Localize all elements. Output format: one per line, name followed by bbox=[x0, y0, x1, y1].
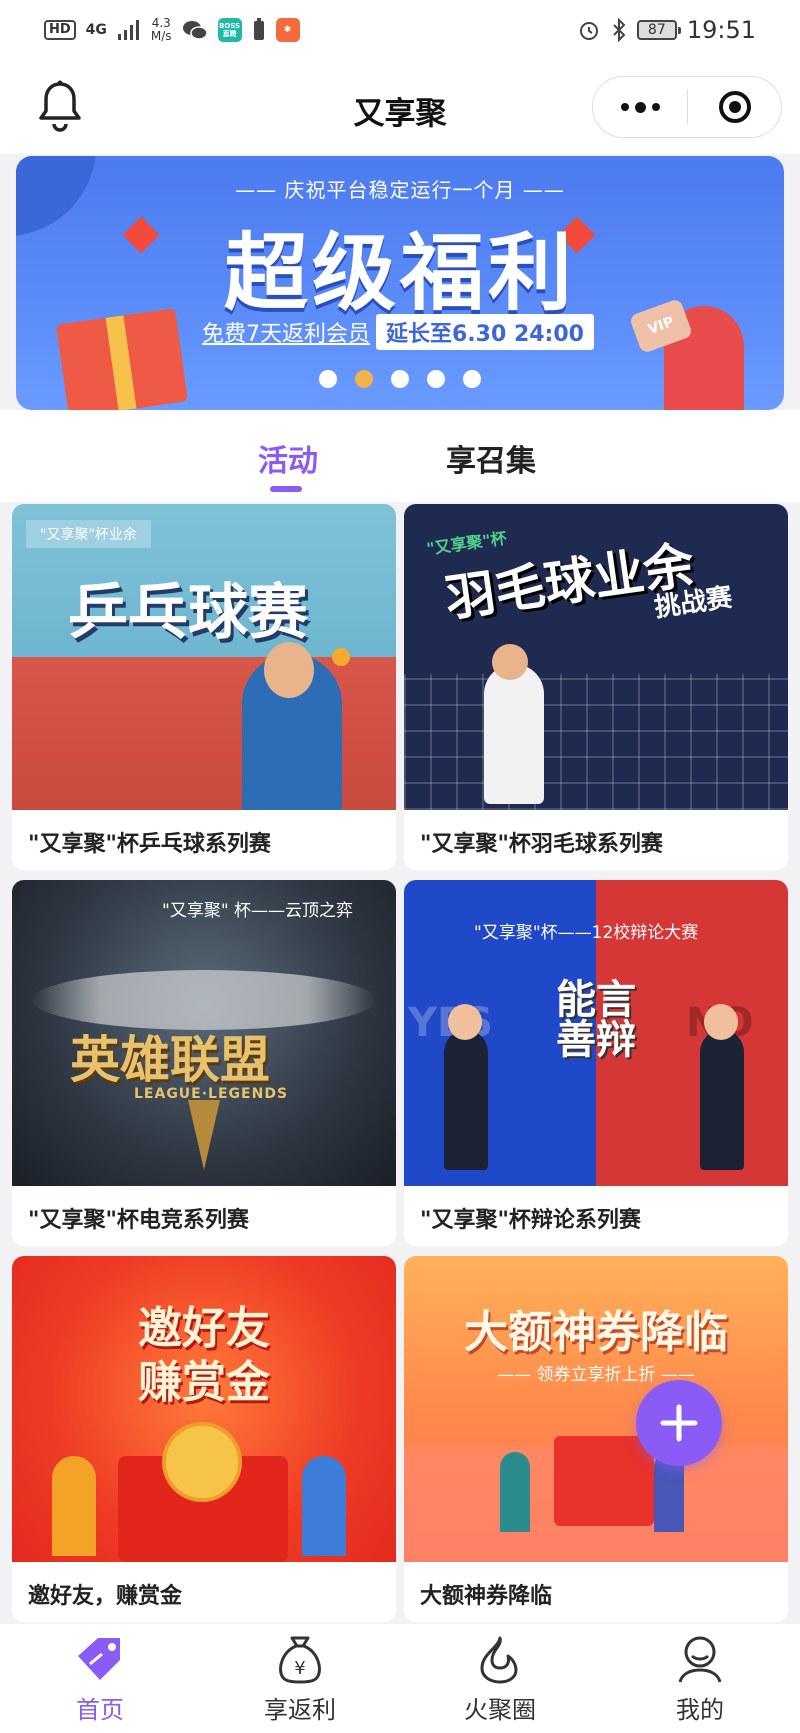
card-tag: "又享聚"杯——12校辩论大赛 bbox=[474, 923, 699, 943]
miniprogram-capsule bbox=[592, 76, 782, 138]
signal-icon bbox=[117, 20, 139, 40]
activity-card-coupon[interactable]: 大额神券降临 —— 领券立享折上折 —— 大额神券降临 bbox=[404, 1256, 788, 1622]
plus-icon bbox=[660, 1404, 698, 1442]
tabbar-item-profile[interactable]: 我的 bbox=[600, 1624, 800, 1733]
card-image: "又享聚"杯 羽毛球业余 挑战赛 bbox=[404, 504, 788, 810]
tabbar-item-rebate[interactable]: ¥ 享返利 bbox=[200, 1624, 400, 1733]
more-menu-button[interactable] bbox=[593, 101, 687, 113]
battery-saver-icon bbox=[253, 18, 264, 40]
card-image: "又享聚"杯业余 乒乓球赛 bbox=[12, 504, 396, 810]
carousel-indicator bbox=[16, 370, 784, 388]
banner-offer-text: 免费7天返利会员 bbox=[202, 322, 370, 347]
card-headline: 大额神券降临 bbox=[464, 1307, 728, 1358]
activity-card-esports[interactable]: "又享聚" 杯——云顶之弈 英雄联盟 LEAGUE·LEGENDS "又享聚"杯… bbox=[12, 880, 396, 1246]
carousel-dot[interactable] bbox=[355, 370, 373, 388]
money-bag-icon: ¥ bbox=[279, 1636, 321, 1684]
tabbar-label: 享返利 bbox=[264, 1696, 336, 1724]
card-title: "又享聚"杯辩论系列赛 bbox=[420, 1208, 641, 1233]
tab-underline bbox=[270, 486, 302, 492]
card-subheadline: 赚赏金 bbox=[138, 1357, 270, 1408]
banner-title: 超级福利 bbox=[223, 223, 576, 322]
clock: 19:51 bbox=[686, 16, 756, 44]
card-title: "又享聚"杯羽毛球系列赛 bbox=[420, 832, 663, 857]
network-speed: 4.3 M/s bbox=[150, 16, 172, 43]
promo-banner[interactable]: VIP —— 庆祝平台稳定运行一个月 —— 超级福利 免费7天返利会员 延长至6… bbox=[16, 156, 784, 410]
activity-card-badminton[interactable]: "又享聚"杯 羽毛球业余 挑战赛 "又享聚"杯羽毛球系列赛 bbox=[404, 504, 788, 870]
card-subheadline: —— 领券立享折上折 —— bbox=[497, 1365, 695, 1385]
banner-subtitle: —— 庆祝平台稳定运行一个月 —— bbox=[235, 178, 565, 202]
card-image: 邀好友 赚赏金 bbox=[12, 1256, 396, 1562]
carousel-dot[interactable] bbox=[319, 370, 337, 388]
card-subheadline: LEAGUE·LEGENDS bbox=[134, 1086, 289, 1102]
tabbar-item-circle[interactable]: 火聚圈 bbox=[400, 1624, 600, 1733]
card-title: 邀好友，赚赏金 bbox=[28, 1584, 183, 1609]
network-type: 4G bbox=[85, 22, 107, 38]
navigation-header: 又享聚 bbox=[0, 60, 800, 154]
app-notification-icon: ✱ bbox=[275, 18, 300, 42]
status-bar: HD 4G 4.3 M/s BOSS 直聘 ✱ 87 19:51 bbox=[0, 0, 800, 60]
svg-text:¥: ¥ bbox=[294, 1658, 305, 1679]
battery-icon: 87 bbox=[636, 20, 681, 40]
carousel-dot[interactable] bbox=[427, 370, 445, 388]
target-icon bbox=[718, 91, 751, 123]
card-tag: "又享聚" 杯——云顶之弈 bbox=[162, 901, 354, 921]
tabbar-label: 我的 bbox=[676, 1696, 724, 1724]
card-image: 大额神券降临 —— 领券立享折上折 —— bbox=[404, 1256, 788, 1562]
carousel-dot[interactable] bbox=[391, 370, 409, 388]
hd-indicator: HD bbox=[44, 20, 76, 40]
tabbar-item-home[interactable]: 首页 bbox=[0, 1624, 200, 1733]
card-headline: 乒乓球赛 bbox=[68, 578, 308, 648]
flame-icon bbox=[480, 1636, 518, 1684]
card-title: "又享聚"杯电竞系列赛 bbox=[28, 1208, 249, 1233]
card-tag: "又享聚"杯业余 bbox=[26, 520, 151, 548]
card-title: "又享聚"杯乒乓球系列赛 bbox=[28, 832, 271, 857]
card-headline: 能言善辩 bbox=[556, 977, 636, 1063]
tabbar-label: 火聚圈 bbox=[464, 1696, 536, 1724]
add-button[interactable] bbox=[636, 1380, 722, 1466]
card-headline: 英雄联盟 bbox=[70, 1030, 270, 1089]
tab-activities[interactable]: 活动 bbox=[258, 436, 318, 480]
boss-app-icon: BOSS 直聘 bbox=[217, 18, 242, 42]
banner-deadline: 延长至6.30 24:00 bbox=[376, 314, 594, 350]
card-title: 大额神券降临 bbox=[420, 1584, 553, 1609]
activity-card-pingpong[interactable]: "又享聚"杯业余 乒乓球赛 "又享聚"杯乒乓球系列赛 bbox=[12, 504, 396, 870]
user-icon bbox=[678, 1636, 722, 1683]
card-image: "又享聚" 杯——云顶之弈 英雄联盟 LEAGUE·LEGENDS bbox=[12, 880, 396, 1186]
tabbar-label: 首页 bbox=[76, 1696, 124, 1724]
wechat-icon bbox=[182, 21, 208, 40]
banner-offer: 免费7天返利会员 延长至6.30 24:00 bbox=[202, 314, 594, 350]
card-image: "又享聚"杯——12校辩论大赛 YES NO 能言善辩 bbox=[404, 880, 788, 1186]
carousel-dot[interactable] bbox=[463, 370, 481, 388]
activity-card-debate[interactable]: "又享聚"杯——12校辩论大赛 YES NO 能言善辩 "又享聚"杯辩论系列赛 bbox=[404, 880, 788, 1246]
tag-icon bbox=[78, 1638, 120, 1680]
activity-card-invite[interactable]: 邀好友 赚赏金 邀好友，赚赏金 bbox=[12, 1256, 396, 1622]
bluetooth-icon bbox=[613, 18, 626, 42]
content-tabs: 活动 享召集 bbox=[0, 410, 800, 502]
close-miniprogram-button[interactable] bbox=[688, 89, 781, 125]
bottom-tab-bar: 首页 ¥ 享返利 火聚圈 我的 bbox=[0, 1624, 800, 1733]
alarm-icon bbox=[579, 22, 598, 40]
tab-gatherings[interactable]: 享召集 bbox=[446, 436, 536, 480]
